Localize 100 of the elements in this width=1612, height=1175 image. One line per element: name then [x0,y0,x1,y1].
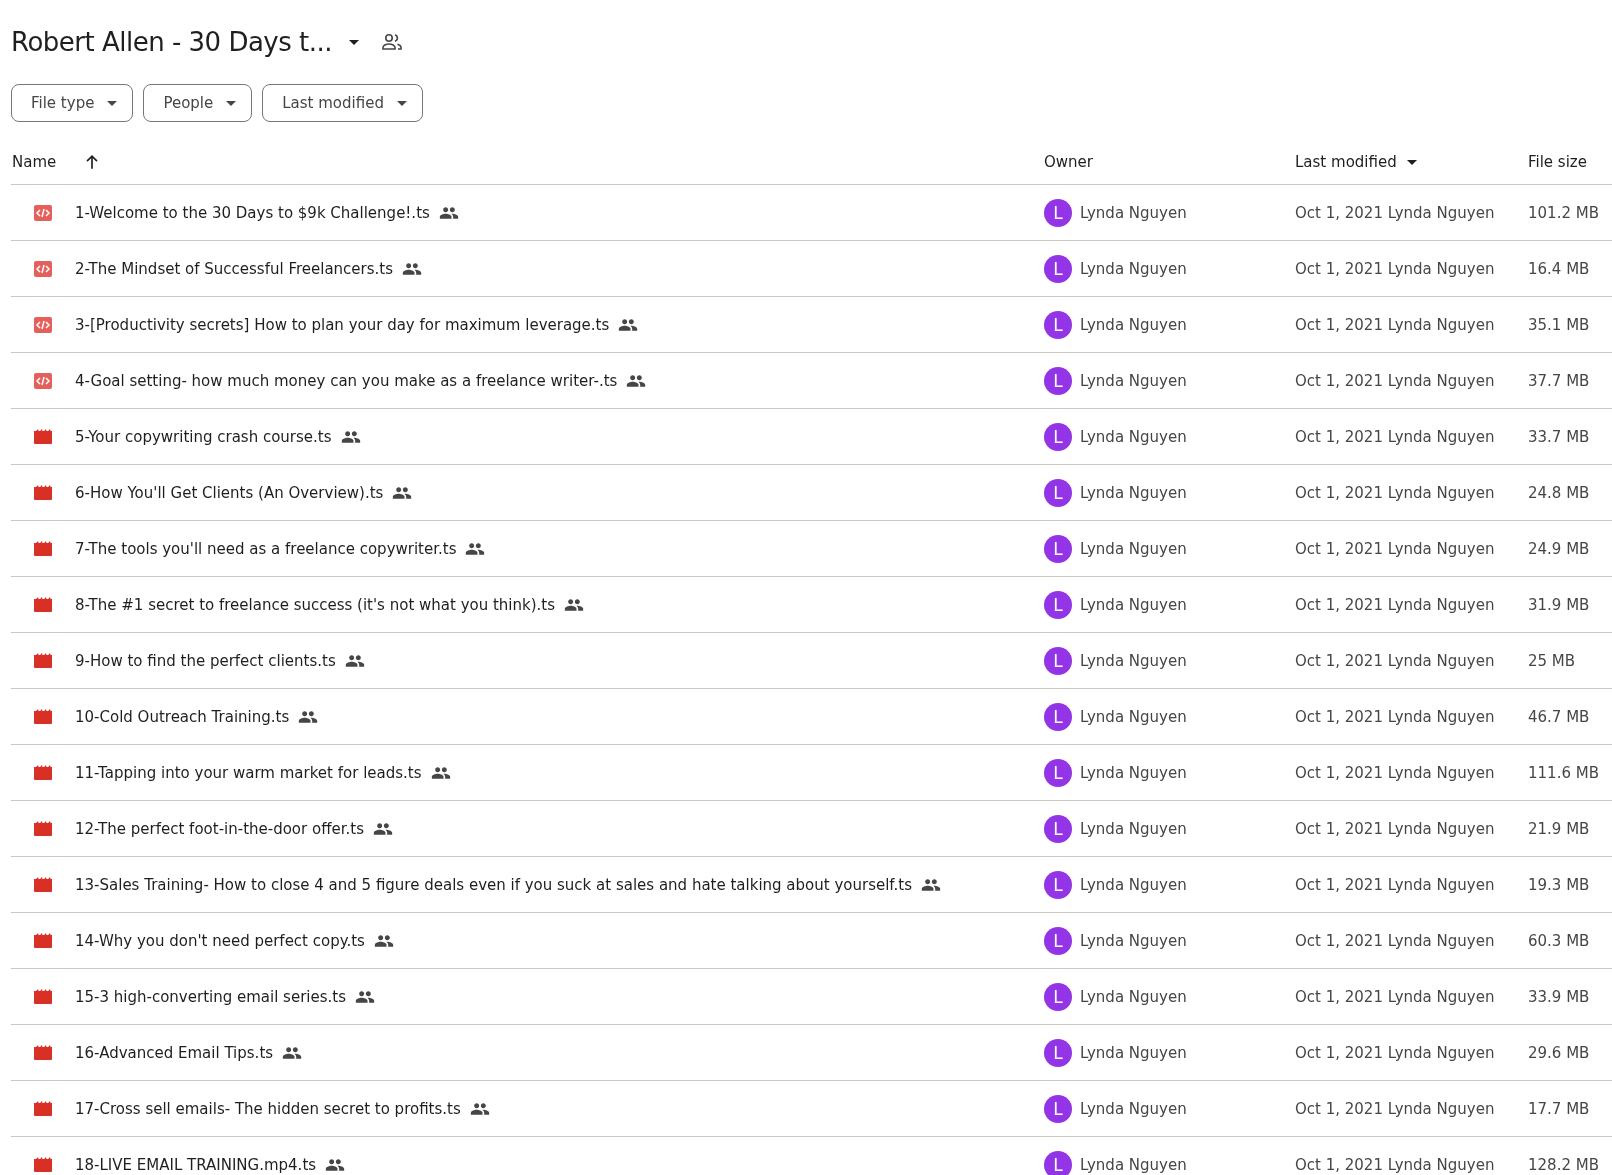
file-name[interactable]: 3-[Productivity secrets] How to plan your day for maximum leverage.ts [75,315,610,334]
owner-avatar: L [1044,198,1072,227]
owner-name: Lynda Nguyen [1080,819,1187,838]
owner-avatar: L [1044,702,1072,731]
modified-date: Oct 1, 2021 Lynda Nguyen [1295,1099,1495,1118]
owner-avatar: L [1044,1038,1072,1067]
file-size: 25 MB [1528,651,1576,670]
owner-avatar: L [1044,646,1072,675]
file-name[interactable]: 7-The tools you'll need as a freelance copywriter.ts [75,539,457,558]
column-header[interactable]: Last modified [1295,153,1397,171]
file-name[interactable]: 18-LIVE EMAIL TRAINING.mp4.ts [75,1155,317,1174]
file-name[interactable]: 17-Cross sell emails- The hidden secret to profits.ts [75,1099,461,1118]
modified-date: Oct 1, 2021 Lynda Nguyen [1295,1155,1495,1174]
file-name[interactable]: 16-Advanced Email Tips.ts [75,1043,274,1062]
owner-avatar: L [1044,1094,1072,1123]
owner-avatar: L [1044,534,1072,563]
owner-name: Lynda Nguyen [1080,707,1187,726]
sort-caret-icon[interactable] [1406,159,1417,165]
file-name[interactable]: 15-3 high-converting email series.ts [75,987,346,1006]
owner-avatar: L [1044,310,1072,339]
modified-date: Oct 1, 2021 Lynda Nguyen [1295,371,1495,390]
file-name[interactable]: 12-The perfect foot-in-the-door offer.ts [75,819,364,838]
owner-avatar: L [1044,422,1072,451]
file-name[interactable]: 14-Why you don't need perfect copy.ts [75,931,365,950]
modified-date: Oct 1, 2021 Lynda Nguyen [1295,763,1495,782]
file-name[interactable]: 6-How You'll Get Clients (An Overview).ts [75,483,384,502]
file-name[interactable]: 11-Tapping into your warm market for leads.ts [75,763,422,782]
modified-date: Oct 1, 2021 Lynda Nguyen [1295,987,1495,1006]
file-size: 101.2 MB [1528,203,1599,222]
modified-date: Oct 1, 2021 Lynda Nguyen [1295,707,1495,726]
modified-date: Oct 1, 2021 Lynda Nguyen [1295,651,1495,670]
owner-avatar: L [1044,478,1072,507]
owner-name: Lynda Nguyen [1080,371,1187,390]
column-header[interactable]: Name [12,153,57,171]
caret-icon [396,100,407,106]
owner-avatar: L [1044,1150,1072,1175]
modified-date: Oct 1, 2021 Lynda Nguyen [1295,259,1495,278]
owner-name: Lynda Nguyen [1080,427,1187,446]
file-size: 37.7 MB [1528,371,1590,390]
file-size: 21.9 MB [1528,819,1590,838]
owner-name: Lynda Nguyen [1080,203,1187,222]
owner-name: Lynda Nguyen [1080,1155,1187,1174]
filter-chip[interactable]: Last modified [262,84,423,122]
file-size: 128.2 MB [1528,1155,1599,1174]
file-name[interactable]: 4-Goal setting- how much money can you make as a freelance writer-.ts [75,371,618,390]
file-size: 19.3 MB [1528,875,1590,894]
owner-avatar: L [1044,758,1072,787]
modified-date: Oct 1, 2021 Lynda Nguyen [1295,203,1495,222]
file-name[interactable]: 13-Sales Training- How to close 4 and 5 figure deals even if you suck at sales and hate talking about yourself.ts [75,875,912,894]
file-size: 46.7 MB [1528,707,1590,726]
file-size: 111.6 MB [1528,763,1599,782]
owner-name: Lynda Nguyen [1080,875,1187,894]
owner-name: Lynda Nguyen [1080,987,1187,1006]
file-size: 17.7 MB [1528,1099,1590,1118]
modified-date: Oct 1, 2021 Lynda Nguyen [1295,875,1495,894]
file-size: 33.7 MB [1528,427,1590,446]
caret-icon [107,100,118,106]
file-name[interactable]: 1-Welcome to the 30 Days to $9k Challenge!.ts [75,203,430,222]
filter-chip[interactable]: People [143,84,253,122]
modified-date: Oct 1, 2021 Lynda Nguyen [1295,595,1495,614]
caret-icon [226,100,237,106]
file-size: 31.9 MB [1528,595,1590,614]
owner-name: Lynda Nguyen [1080,931,1187,950]
folder-title[interactable]: Robert Allen - 30 Days t... [11,27,333,57]
file-name[interactable]: 10-Cold Outreach Training.ts [75,707,290,726]
owner-avatar: L [1044,926,1072,955]
file-size: 24.9 MB [1528,539,1590,558]
modified-date: Oct 1, 2021 Lynda Nguyen [1295,819,1495,838]
owner-avatar: L [1044,366,1072,395]
file-name[interactable]: 9-How to find the perfect clients.ts [75,651,336,670]
file-size: 60.3 MB [1528,931,1590,950]
file-size: 33.9 MB [1528,987,1590,1006]
file-name[interactable]: 5-Your copywriting crash course.ts [75,427,332,446]
owner-name: Lynda Nguyen [1080,483,1187,502]
owner-name: Lynda Nguyen [1080,1099,1187,1118]
file-size: 16.4 MB [1528,259,1590,278]
modified-date: Oct 1, 2021 Lynda Nguyen [1295,1043,1495,1062]
column-header[interactable]: File size [1528,153,1587,171]
owner-name: Lynda Nguyen [1080,259,1187,278]
owner-avatar: L [1044,590,1072,619]
owner-name: Lynda Nguyen [1080,595,1187,614]
file-name[interactable]: 2-The Mindset of Successful Freelancers.ts [75,259,394,278]
owner-name: Lynda Nguyen [1080,763,1187,782]
owner-name: Lynda Nguyen [1080,651,1187,670]
modified-date: Oct 1, 2021 Lynda Nguyen [1295,483,1495,502]
filter-chip[interactable]: File type [11,84,134,122]
owner-name: Lynda Nguyen [1080,1043,1187,1062]
file-name[interactable]: 8-The #1 secret to freelance success (it's not what you think).ts [75,595,556,614]
column-header[interactable]: Owner [1044,153,1093,171]
owner-avatar: L [1044,982,1072,1011]
modified-date: Oct 1, 2021 Lynda Nguyen [1295,315,1495,334]
owner-avatar: L [1044,254,1072,283]
modified-date: Oct 1, 2021 Lynda Nguyen [1295,931,1495,950]
owner-avatar: L [1044,814,1072,843]
modified-date: Oct 1, 2021 Lynda Nguyen [1295,427,1495,446]
file-size: 24.8 MB [1528,483,1590,502]
file-size: 29.6 MB [1528,1043,1590,1062]
file-size: 35.1 MB [1528,315,1590,334]
owner-avatar: L [1044,870,1072,899]
owner-name: Lynda Nguyen [1080,315,1187,334]
